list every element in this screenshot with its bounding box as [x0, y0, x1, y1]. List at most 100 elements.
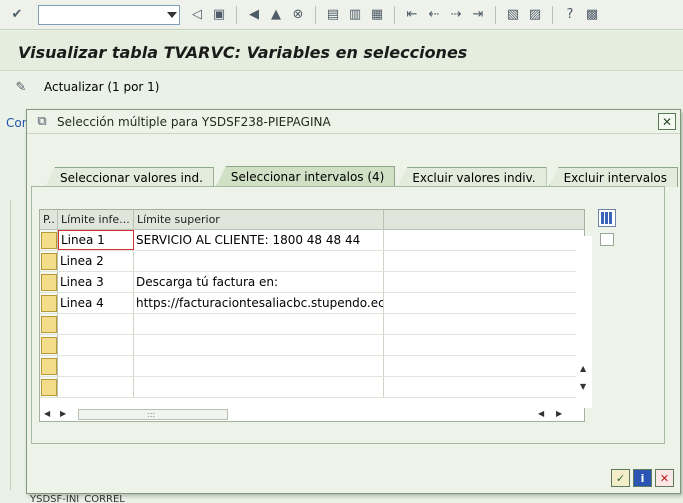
lower-limit-cell[interactable]: Linea 4: [58, 293, 134, 313]
pencil-icon[interactable]: ✎: [12, 78, 30, 96]
tab-select-intervals[interactable]: Seleccionar intervalos (4): [215, 166, 396, 187]
select-all-checkbox[interactable]: [600, 233, 614, 246]
table-row: Linea 1 SERVICIO AL CLIENTE: 1800 48 48 …: [40, 230, 584, 251]
tab-select-single-values[interactable]: Seleccionar valores ind.: [45, 167, 214, 187]
scroll-up-icon[interactable]: ▲: [580, 364, 586, 373]
row-selector[interactable]: [40, 230, 58, 250]
application-toolbar: ✎ Actualizar (1 por 1): [0, 72, 683, 102]
scroll-right-icon[interactable]: ▶: [556, 409, 562, 418]
column-header-upper-limit[interactable]: Límite superior: [134, 210, 384, 229]
option-button[interactable]: [40, 252, 57, 270]
save-icon[interactable]: ▣: [210, 6, 228, 24]
upper-limit-cell[interactable]: Descarga tú factura en:: [134, 272, 384, 292]
update-button[interactable]: Actualizar (1 por 1): [44, 80, 159, 94]
find-next-icon[interactable]: ▦: [368, 6, 386, 24]
scroll-down-icon[interactable]: ▼: [580, 382, 586, 391]
last-page-icon[interactable]: ⇥: [469, 6, 487, 24]
upper-limit-cell[interactable]: [134, 335, 384, 355]
option-button[interactable]: [40, 315, 57, 333]
upper-limit-cell[interactable]: [134, 251, 384, 271]
scroll-left-icon[interactable]: ◀: [538, 409, 544, 418]
lower-limit-cell[interactable]: [58, 335, 134, 355]
upper-limit-cell[interactable]: [134, 356, 384, 376]
layout-icon[interactable]: ▩: [583, 6, 601, 24]
lower-limit-cell[interactable]: [58, 377, 134, 397]
option-button[interactable]: [40, 378, 57, 396]
multiple-selection-dialog: ⧉ Selección múltiple para YSDSF238-PIEPA…: [26, 109, 681, 494]
close-icon[interactable]: ✕: [658, 113, 676, 130]
print-icon[interactable]: ▤: [324, 6, 342, 24]
option-button[interactable]: [40, 336, 57, 354]
info-button[interactable]: i: [633, 469, 652, 487]
cancel-button[interactable]: ✕: [655, 469, 674, 487]
find-icon[interactable]: ▥: [346, 6, 364, 24]
prev-page-icon[interactable]: ⇠: [425, 6, 443, 24]
upper-limit-cell[interactable]: [134, 314, 384, 334]
row-selector[interactable]: [40, 272, 58, 292]
toolbar-divider: [394, 5, 395, 24]
scroll-right-icon[interactable]: ▶: [60, 409, 66, 418]
toolbar-divider: [552, 5, 553, 24]
table-row: [40, 377, 584, 398]
back-icon[interactable]: ◁: [188, 6, 206, 24]
tab-panel: P.. Límite infe... Límite superior Linea…: [31, 186, 665, 444]
table-settings-icon[interactable]: [598, 209, 616, 227]
background-field: YSDSF-INI_CORREL: [30, 494, 125, 503]
upper-limit-cell[interactable]: SERVICIO AL CLIENTE: 1800 48 48 44: [134, 230, 384, 250]
dialog-titlebar[interactable]: ⧉ Selección múltiple para YSDSF238-PIEPA…: [27, 110, 680, 134]
upper-limit-cell[interactable]: [134, 377, 384, 397]
toolbar-divider: [236, 5, 237, 24]
table-row: Linea 2: [40, 251, 584, 272]
horizontal-scrollbar[interactable]: ◀ ▶ ::: ◀ ▶: [42, 408, 572, 421]
upper-limit-cell[interactable]: https://facturaciontesaliacbc.stupendo.e…: [134, 293, 384, 313]
table-row: [40, 314, 584, 335]
page-title: Visualizar tabla TVARVC: Variables en se…: [18, 43, 468, 62]
new-session-icon[interactable]: ▧: [504, 6, 522, 24]
option-button[interactable]: [40, 273, 57, 291]
lower-limit-cell[interactable]: [58, 356, 134, 376]
lower-limit-cell[interactable]: Linea 3: [58, 272, 134, 292]
row-selector[interactable]: [40, 335, 58, 355]
dialog-window-icon: ⧉: [37, 114, 47, 129]
command-field[interactable]: [38, 4, 180, 25]
cancel-icon[interactable]: ⊗: [289, 6, 307, 24]
next-page-icon[interactable]: ⇢: [447, 6, 465, 24]
lower-limit-cell[interactable]: Linea 2: [58, 251, 134, 271]
table-row: Linea 3 Descarga tú factura en:: [40, 272, 584, 293]
tab-label: Excluir intervalos: [563, 170, 667, 185]
row-selector[interactable]: [40, 314, 58, 334]
option-button[interactable]: [40, 357, 57, 375]
table-row: [40, 335, 584, 356]
execute-button[interactable]: ✓: [611, 469, 630, 487]
table-row: [40, 356, 584, 377]
first-page-icon[interactable]: ⇤: [403, 6, 421, 24]
option-button[interactable]: [40, 294, 57, 312]
tab-exclude-single-values[interactable]: Excluir valores indiv.: [397, 167, 547, 187]
lower-limit-cell[interactable]: Linea 1: [58, 230, 134, 250]
dialog-footer: ✓ i ✕: [611, 469, 674, 487]
nav-back-icon[interactable]: ◀: [245, 6, 263, 24]
check-icon[interactable]: ✔: [8, 6, 26, 24]
nav-exit-icon[interactable]: ▲: [267, 6, 285, 24]
scroll-thumb[interactable]: :::: [78, 409, 228, 420]
tab-exclude-intervals[interactable]: Excluir intervalos: [548, 167, 678, 187]
table-header: P.. Límite infe... Límite superior: [40, 210, 584, 230]
row-selector[interactable]: [40, 251, 58, 271]
shortcut-icon[interactable]: ▨: [526, 6, 544, 24]
lower-limit-cell[interactable]: [58, 314, 134, 334]
row-selector[interactable]: [40, 356, 58, 376]
background-table-edge: [10, 200, 26, 490]
vertical-scrollbar[interactable]: ▲ ▼: [576, 236, 592, 408]
row-selector[interactable]: [40, 293, 58, 313]
scroll-left-icon[interactable]: ◀: [44, 409, 50, 418]
chevron-down-icon[interactable]: [167, 11, 177, 18]
toolbar-divider: [315, 5, 316, 24]
tab-strip: Seleccionar valores ind. Seleccionar int…: [45, 166, 680, 187]
row-selector[interactable]: [40, 377, 58, 397]
intervals-table: P.. Límite infe... Límite superior Linea…: [39, 209, 592, 422]
option-button[interactable]: [40, 231, 57, 249]
help-icon[interactable]: ?: [561, 6, 579, 24]
column-header-lower-limit[interactable]: Límite infe...: [58, 210, 134, 229]
column-header-option[interactable]: P..: [40, 210, 58, 229]
tab-label: Seleccionar valores ind.: [60, 170, 203, 185]
